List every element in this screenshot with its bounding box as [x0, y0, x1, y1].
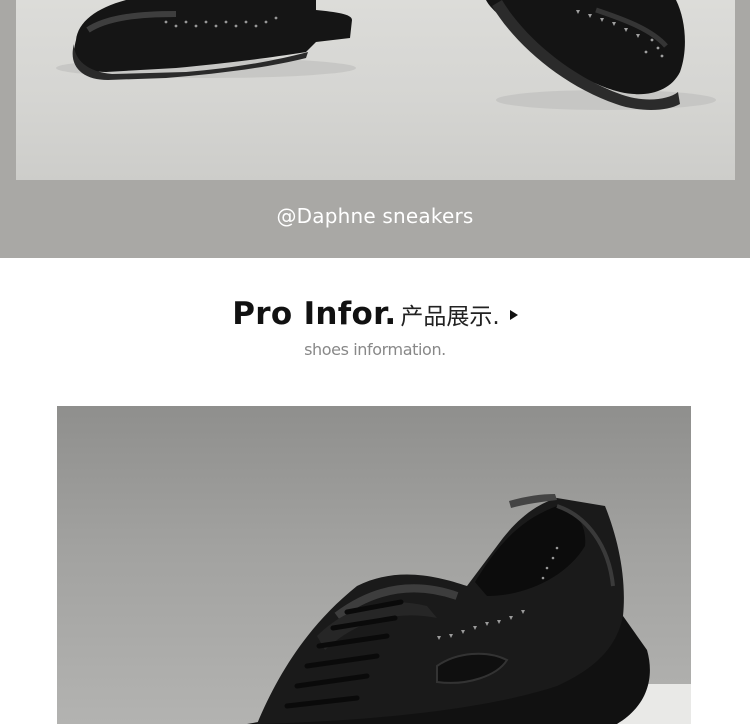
section-title-en: Pro Infor. [232, 296, 397, 332]
play-triangle-icon [509, 310, 518, 320]
section-heading: Pro Infor. 产品展示. [0, 296, 750, 332]
banner-shoes-photo [16, 0, 735, 180]
section-subtitle: shoes information. [304, 340, 446, 359]
banner-caption: @Daphne sneakers [276, 204, 474, 228]
shoe-illustration [247, 494, 691, 724]
product-shoe-photo [57, 406, 691, 724]
top-banner: @Daphne sneakers [0, 0, 750, 258]
shoes-illustration [56, 0, 716, 110]
section-title-cn: 产品展示. [400, 304, 500, 330]
